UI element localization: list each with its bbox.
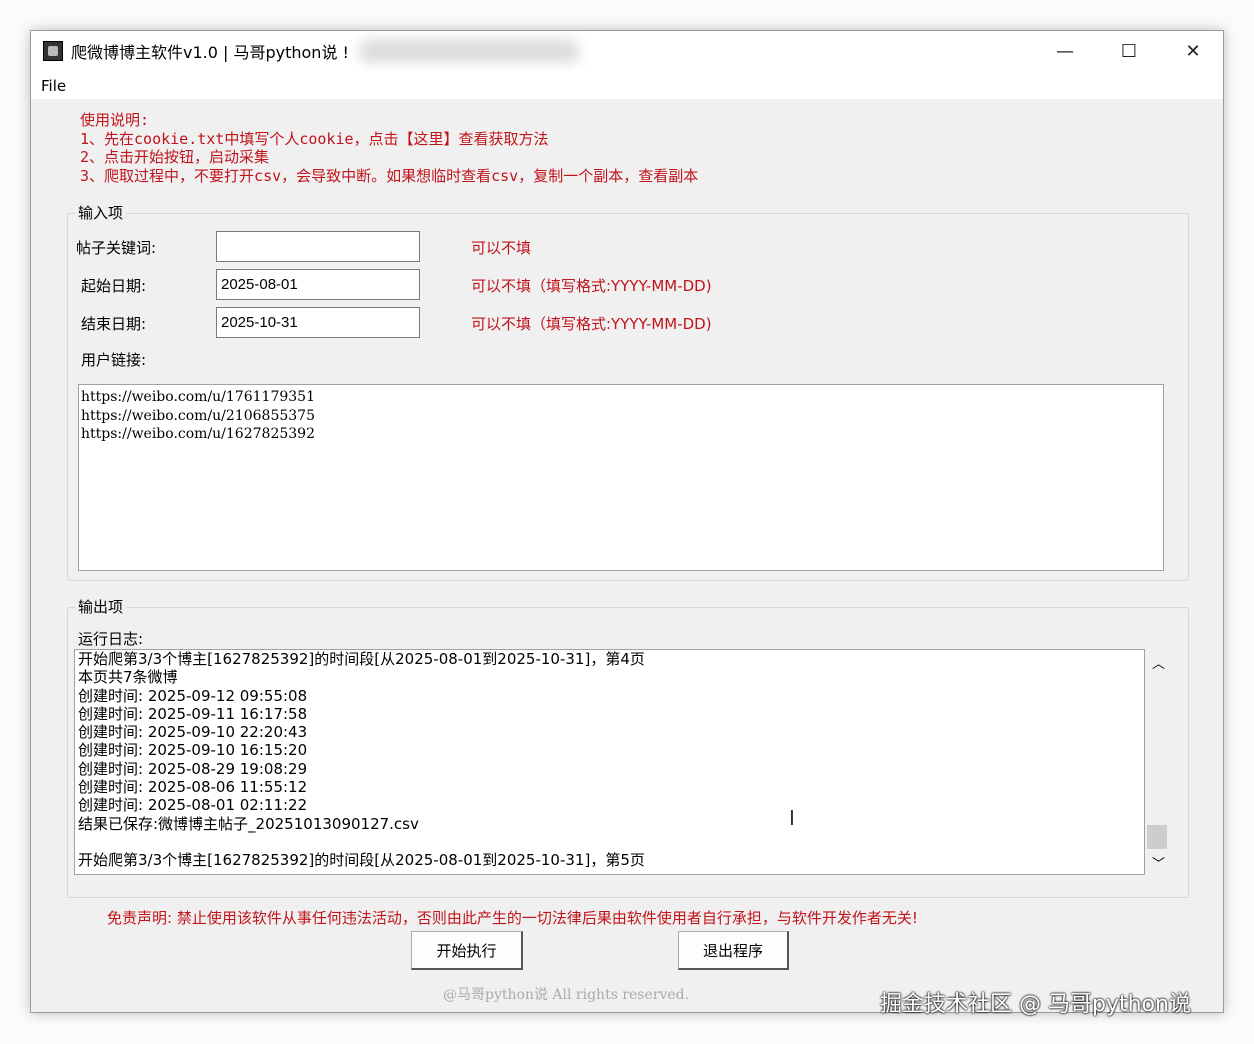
log-line: 创建时间: 2025-08-29 19:08:29	[78, 760, 1141, 778]
title-bar: 爬微博博主软件v1.0 | 马哥python说 ! — ☐ ✕	[31, 31, 1223, 71]
log-line	[78, 833, 1141, 851]
menu-file[interactable]: File	[41, 77, 66, 95]
text-cursor-icon: I	[789, 806, 795, 830]
scroll-up-icon[interactable]: ︿	[1152, 653, 1165, 672]
instructions-title: 使用说明:	[80, 111, 698, 130]
log-line: 创建时间: 2025-09-11 16:17:58	[78, 705, 1141, 723]
input-group-title: 输入项	[75, 202, 126, 223]
watermark: 掘金技术社区 @ 马哥python说	[880, 986, 1191, 1018]
scroll-down-icon[interactable]: ﹀	[1152, 853, 1165, 872]
minimize-button[interactable]: —	[1033, 31, 1097, 71]
start-date-label: 起始日期:	[81, 275, 146, 296]
log-line: 开始爬第3/3个博主[1627825392]的时间段[从2025-08-01到2…	[78, 650, 1141, 668]
app-icon	[43, 41, 63, 61]
user-links-textarea[interactable]: https://weibo.com/u/1761179351 https://w…	[78, 384, 1164, 571]
user-links-label: 用户链接:	[81, 349, 146, 370]
output-group-title: 输出项	[75, 596, 126, 617]
keyword-label: 帖子关键词:	[76, 237, 156, 258]
keyword-hint: 可以不填	[471, 237, 531, 258]
disclaimer: 免责声明: 禁止使用该软件从事任何违法活动，否则由此产生的一切法律后果由软件使用…	[107, 907, 918, 928]
log-line: 创建时间: 2025-08-06 11:55:12	[78, 778, 1141, 796]
log-line: 创建时间: 2025-08-01 02:11:22	[78, 796, 1141, 814]
log-scrollbar[interactable]: ︿ ﹀	[1145, 649, 1172, 875]
exit-button[interactable]: 退出程序	[678, 931, 789, 970]
end-date-input[interactable]	[216, 307, 420, 338]
log-line: 创建时间: 2025-09-10 22:20:43	[78, 723, 1141, 741]
keyword-input[interactable]	[216, 231, 420, 262]
scroll-thumb[interactable]	[1147, 825, 1167, 849]
maximize-button[interactable]: ☐	[1097, 31, 1161, 71]
footer-copyright: @马哥python说 All rights reserved.	[443, 984, 689, 1004]
end-date-label: 结束日期:	[81, 313, 146, 334]
log-line: 开始爬第3/3个博主[1627825392]的时间段[从2025-08-01到2…	[78, 851, 1141, 869]
window-title: 爬微博博主软件v1.0 | 马哥python说 !	[71, 39, 349, 63]
log-output[interactable]: 开始爬第3/3个博主[1627825392]的时间段[从2025-08-01到2…	[74, 649, 1145, 875]
log-label: 运行日志:	[78, 628, 143, 649]
log-line: 结果已保存:微博博主帖子_20251013090127.csv	[78, 815, 1141, 833]
app-window: 爬微博博主软件v1.0 | 马哥python说 ! — ☐ ✕ File 使用说…	[30, 30, 1224, 1013]
log-line: 创建时间: 2025-09-10 16:15:20	[78, 741, 1141, 759]
instruction-2: 2、点击开始按钮，启动采集	[80, 148, 698, 167]
menu-bar: File	[31, 71, 1223, 99]
instruction-1[interactable]: 1、先在cookie.txt中填写个人cookie，点击【这里】查看获取方法	[80, 130, 698, 149]
start-date-input[interactable]	[216, 269, 420, 300]
instructions: 使用说明: 1、先在cookie.txt中填写个人cookie，点击【这里】查看…	[80, 111, 698, 185]
blurred-region	[359, 39, 579, 63]
start-date-hint: 可以不填（填写格式:YYYY-MM-DD)	[471, 275, 712, 296]
log-line: 本页共7条微博	[78, 668, 1141, 686]
close-button[interactable]: ✕	[1161, 31, 1225, 71]
end-date-hint: 可以不填（填写格式:YYYY-MM-DD)	[471, 313, 712, 334]
start-button[interactable]: 开始执行	[411, 931, 523, 970]
log-line: 创建时间: 2025-09-12 09:55:08	[78, 687, 1141, 705]
instruction-3: 3、爬取过程中，不要打开csv，会导致中断。如果想临时查看csv，复制一个副本，…	[80, 167, 698, 186]
